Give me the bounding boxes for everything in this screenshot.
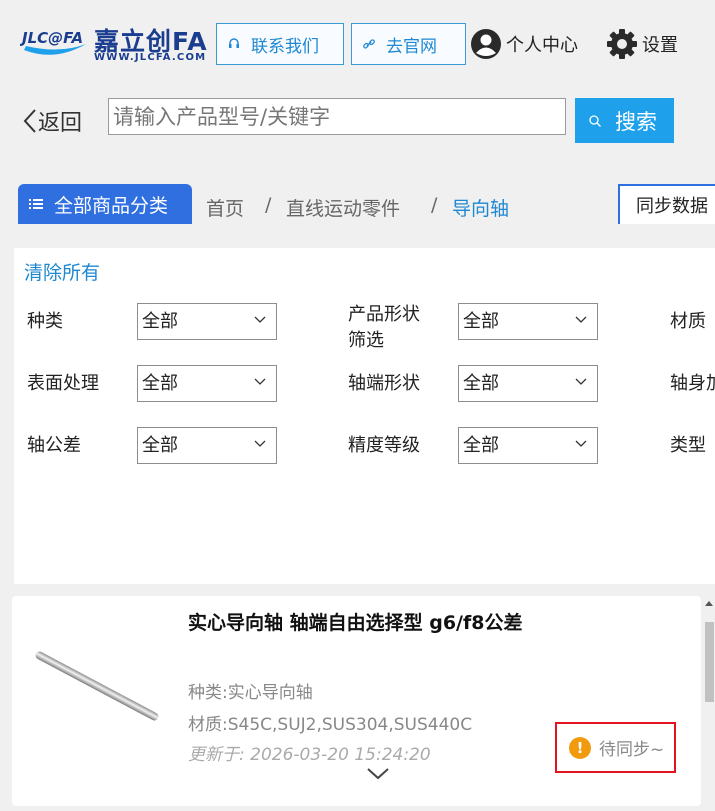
filter-label-surface: 表面处理 <box>27 373 99 394</box>
pending-sync-label: 待同步~ <box>599 740 665 760</box>
product-updated-time: 更新于: 2026-03-20 15:24:20 <box>188 745 431 765</box>
breadcrumb-separator: / <box>431 194 438 216</box>
chevron-down-icon <box>575 378 587 385</box>
scrollbar[interactable] <box>703 598 715 811</box>
all-categories-button[interactable]: 全部商品分类 <box>18 184 192 224</box>
chevron-down-icon <box>254 316 266 323</box>
user-center-button[interactable]: 个人中心 <box>470 26 578 62</box>
user-center-label: 个人中心 <box>506 35 578 56</box>
all-categories-label: 全部商品分类 <box>54 194 169 217</box>
product-image <box>35 651 159 721</box>
product-material: 材质:S45C,SUJ2,SUS304,SUS440C <box>188 715 473 735</box>
filter-label-shaft-end: 轴端形状 <box>348 373 420 394</box>
filter-select-shape[interactable]: 全部 <box>458 303 598 340</box>
filter-select-type[interactable]: 全部 <box>137 303 277 340</box>
filter-select-surface[interactable]: 全部 <box>137 365 277 402</box>
search-button-label: 搜索 <box>615 109 657 134</box>
product-type: 种类:实心导向轴 <box>188 683 313 703</box>
filter-value: 全部 <box>463 373 499 394</box>
search-input[interactable] <box>108 98 566 135</box>
chevron-down-icon <box>575 316 587 323</box>
list-icon <box>18 198 54 210</box>
filter-label-tolerance: 轴公差 <box>27 435 81 456</box>
link-icon <box>352 37 386 51</box>
filter-value: 全部 <box>463 311 499 332</box>
filter-panel: 清除所有 种类 全部 产品形状 筛选 全部 材质 表面处理 全部 轴端形状 全部… <box>14 248 715 584</box>
settings-button[interactable]: 设置 <box>606 26 678 62</box>
headset-icon <box>217 37 251 51</box>
filter-value: 全部 <box>142 435 178 456</box>
chevron-down-icon <box>254 378 266 385</box>
top-bar: JLC@FA 嘉立创FA WWW.JLCFA.COM 联系我们 去官网 个人中心 <box>0 0 715 90</box>
svg-text:JLC@FA: JLC@FA <box>20 29 83 47</box>
logo-badge-icon: JLC@FA <box>20 29 86 55</box>
filter-value: 全部 <box>463 435 499 456</box>
scroll-up-icon[interactable] <box>703 600 715 614</box>
filter-label-category: 类型 <box>670 435 706 456</box>
chevron-down-icon[interactable] <box>364 766 392 782</box>
scroll-thumb[interactable] <box>705 622 714 702</box>
filter-select-tolerance[interactable]: 全部 <box>137 427 277 464</box>
filter-label-shape-line1: 产品形状 <box>348 304 420 325</box>
back-button[interactable]: 返回 <box>22 105 82 137</box>
clear-all-filters-link[interactable]: 清除所有 <box>24 258 100 285</box>
official-site-label: 去官网 <box>386 36 437 57</box>
contact-us-button[interactable]: 联系我们 <box>216 23 344 65</box>
warning-icon: ! <box>569 736 591 759</box>
filter-label-material: 材质 <box>670 311 706 332</box>
breadcrumb-linear-motion[interactable]: 直线运动零件 <box>286 194 400 221</box>
filter-label-shape-line2: 筛选 <box>348 330 384 351</box>
product-title[interactable]: 实心导向轴 轴端自由选择型 g6/f8公差 <box>188 610 558 637</box>
filter-label-type: 种类 <box>27 311 63 332</box>
logo: JLC@FA 嘉立创FA WWW.JLCFA.COM <box>20 18 210 68</box>
filter-label-shape: 产品形状 筛选 <box>348 302 420 354</box>
pending-sync-status[interactable]: ! 待同步~ <box>555 722 676 773</box>
chevron-down-icon <box>575 440 587 447</box>
product-card[interactable]: 实心导向轴 轴端自由选择型 g6/f8公差 种类:实心导向轴 材质:S45C,S… <box>12 596 701 806</box>
settings-label: 设置 <box>642 35 678 56</box>
filter-value: 全部 <box>142 311 178 332</box>
gear-icon <box>607 29 637 59</box>
filter-value: 全部 <box>142 373 178 394</box>
breadcrumb-home[interactable]: 首页 <box>206 194 244 221</box>
filter-label-shaft-body: 轴身加 <box>670 373 715 394</box>
search-button[interactable]: 搜索 <box>575 98 674 143</box>
official-site-button[interactable]: 去官网 <box>351 23 466 65</box>
contact-us-label: 联系我们 <box>251 36 319 57</box>
chevron-down-icon <box>254 440 266 447</box>
search-icon <box>575 114 615 128</box>
chevron-left-icon <box>23 109 36 133</box>
breadcrumb-separator: / <box>265 194 272 216</box>
filter-select-shaft-end[interactable]: 全部 <box>458 365 598 402</box>
back-label: 返回 <box>38 111 83 136</box>
breadcrumb-guide-shaft: 导向轴 <box>452 198 510 220</box>
logo-url: WWW.JLCFA.COM <box>94 52 207 63</box>
user-avatar-icon <box>471 29 501 59</box>
filter-label-precision: 精度等级 <box>348 435 420 456</box>
filter-select-precision[interactable]: 全部 <box>458 427 598 464</box>
sync-data-button[interactable]: 同步数据 <box>618 184 715 224</box>
